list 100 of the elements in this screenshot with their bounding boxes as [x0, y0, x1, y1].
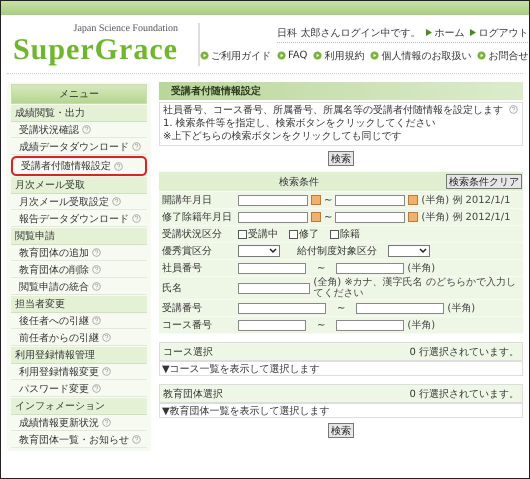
text-field[interactable]: [238, 282, 310, 294]
menu-group-header: 担当者変更: [11, 296, 147, 313]
menu-group-header: 閲覧申請: [11, 228, 147, 245]
nav-link[interactable]: お問合せ: [477, 48, 528, 62]
help-icon[interactable]: [92, 282, 101, 291]
menu-group-header: インフォメーション: [11, 398, 147, 415]
format-note: (半角): [447, 302, 476, 314]
search-button[interactable]: 検索: [328, 423, 354, 438]
play-circle-icon: [477, 51, 486, 60]
menu-item[interactable]: 教育団体の追加: [11, 245, 147, 261]
text-field[interactable]: [356, 302, 444, 314]
range-separator: ~: [317, 320, 326, 330]
menu-item[interactable]: 利用登録情報変更: [11, 364, 147, 380]
text-field[interactable]: [238, 212, 308, 222]
dropdown[interactable]: [238, 245, 280, 257]
help-icon[interactable]: [132, 214, 141, 223]
text-field[interactable]: [336, 262, 404, 274]
format-note: (全角) ※カナ、漢字氏名 のどちらかで入力してください: [313, 277, 517, 299]
expand-link[interactable]: ▼コース一覧を表示して選択します: [162, 362, 320, 376]
checkbox[interactable]: [330, 230, 339, 238]
help-icon[interactable]: [132, 435, 141, 444]
field-label: コース番号: [162, 320, 212, 331]
help-icon[interactable]: [132, 142, 141, 151]
organization-name: Japan Science Foundation: [74, 22, 178, 34]
field-label: 社員番号: [162, 263, 202, 274]
field-label: 修了除籍年月日: [162, 212, 232, 223]
login-status: 日科 太郎さんログイン中です。: [277, 26, 420, 40]
help-icon[interactable]: [112, 197, 121, 206]
menu-item[interactable]: 月次メール受取設定: [11, 194, 147, 210]
play-circle-icon: [313, 51, 322, 60]
menu-item[interactable]: 教育団体一覧・お知らせ: [11, 432, 147, 448]
format-note: (半角) 例 2012/1/1: [421, 212, 510, 222]
expand-link[interactable]: ▼教育団体一覧を表示して選択します: [162, 404, 330, 418]
nav-link[interactable]: FAQ: [276, 50, 308, 61]
help-icon[interactable]: [102, 418, 111, 427]
triangle-icon: [426, 29, 432, 36]
menu-item[interactable]: 閲覧申請の統合: [11, 279, 147, 295]
nav-link[interactable]: 個人情報のお取扱い: [370, 48, 472, 62]
text-field[interactable]: [335, 212, 406, 222]
menu-item[interactable]: 受講者付随情報設定: [11, 156, 147, 176]
description-text: 1. 検索条件等を指定し、検索ボタンをクリックしてください: [163, 118, 437, 130]
triangle-icon: [470, 29, 476, 36]
help-icon[interactable]: [114, 162, 123, 170]
format-note: (半角): [407, 262, 436, 274]
page-title: 受講者付随情報設定: [159, 82, 523, 100]
help-icon[interactable]: [102, 333, 111, 342]
text-field[interactable]: [238, 302, 326, 314]
range-separator: ~: [317, 262, 326, 274]
selection-count: 0 行選択されています。: [409, 388, 519, 400]
selection-count: 0 行選択されています。: [409, 346, 519, 358]
nav-link[interactable]: 利用規約: [313, 48, 364, 62]
menu-item[interactable]: パスワード変更: [11, 381, 147, 397]
dropdown[interactable]: [388, 245, 430, 257]
field-label: 開講年月日: [162, 195, 212, 206]
search-button[interactable]: 検索: [328, 151, 354, 166]
header-link[interactable]: ホーム: [426, 26, 464, 40]
menu-title: メニュー: [11, 84, 147, 104]
range-separator: ~: [324, 212, 332, 222]
help-icon[interactable]: [82, 125, 91, 134]
menu-item[interactable]: 前任者からの引継: [11, 330, 147, 346]
play-circle-icon: [370, 51, 380, 60]
nav-link[interactable]: ご利用ガイド: [200, 48, 271, 62]
field-label: 氏名: [162, 283, 182, 294]
help-icon[interactable]: [92, 316, 101, 325]
help-icon[interactable]: [92, 384, 101, 393]
form-header: 検索条件: [159, 172, 439, 191]
checkbox[interactable]: [289, 230, 298, 238]
text-field[interactable]: [335, 194, 406, 206]
logo: SuperGrace: [13, 34, 178, 66]
menu-item[interactable]: 成績データダウンロード: [11, 139, 147, 155]
field-label: 給付制度対象区分: [297, 244, 377, 258]
menu-item[interactable]: 後任者への引継: [11, 313, 147, 329]
menu-group-header: 成績閲覧・出力: [11, 105, 147, 122]
calendar-icon[interactable]: [408, 212, 418, 222]
chevron-down-icon: [269, 248, 277, 254]
menu-item[interactable]: 受講状況確認: [11, 122, 147, 138]
field-label: 優秀賞区分: [162, 246, 212, 257]
header-link[interactable]: ログアウト: [470, 26, 528, 40]
help-icon[interactable]: [102, 367, 111, 376]
play-circle-icon: [200, 51, 209, 60]
help-icon[interactable]: [92, 265, 101, 274]
text-field[interactable]: [238, 262, 306, 274]
description-text: 社員番号、コース番号、所属番号、所属名等の受講者付随情報を設定します: [163, 105, 503, 117]
text-field[interactable]: [238, 320, 306, 330]
text-field[interactable]: [336, 320, 404, 330]
menu-group-header: 利用登録情報管理: [11, 347, 147, 364]
menu-item[interactable]: 成績情報更新状況: [11, 415, 147, 431]
menu-item[interactable]: 教育団体の削除: [11, 262, 147, 278]
description-text: ※上下どちらの検索ボタンをクリックしても同じです: [163, 131, 402, 143]
field-label: 受講状況区分: [162, 229, 222, 240]
clear-button[interactable]: 検索条件クリア: [446, 174, 522, 189]
help-icon[interactable]: [92, 248, 101, 257]
menu-item[interactable]: 報告データダウンロード: [11, 211, 147, 227]
format-note: (半角) 例 2012/1/1: [421, 194, 510, 206]
help-icon[interactable]: [509, 105, 518, 114]
checkbox-label: 受講中: [248, 228, 278, 241]
text-field[interactable]: [238, 194, 308, 206]
checkbox[interactable]: [238, 230, 247, 238]
range-separator: ~: [337, 302, 346, 314]
calendar-icon[interactable]: [408, 195, 418, 205]
